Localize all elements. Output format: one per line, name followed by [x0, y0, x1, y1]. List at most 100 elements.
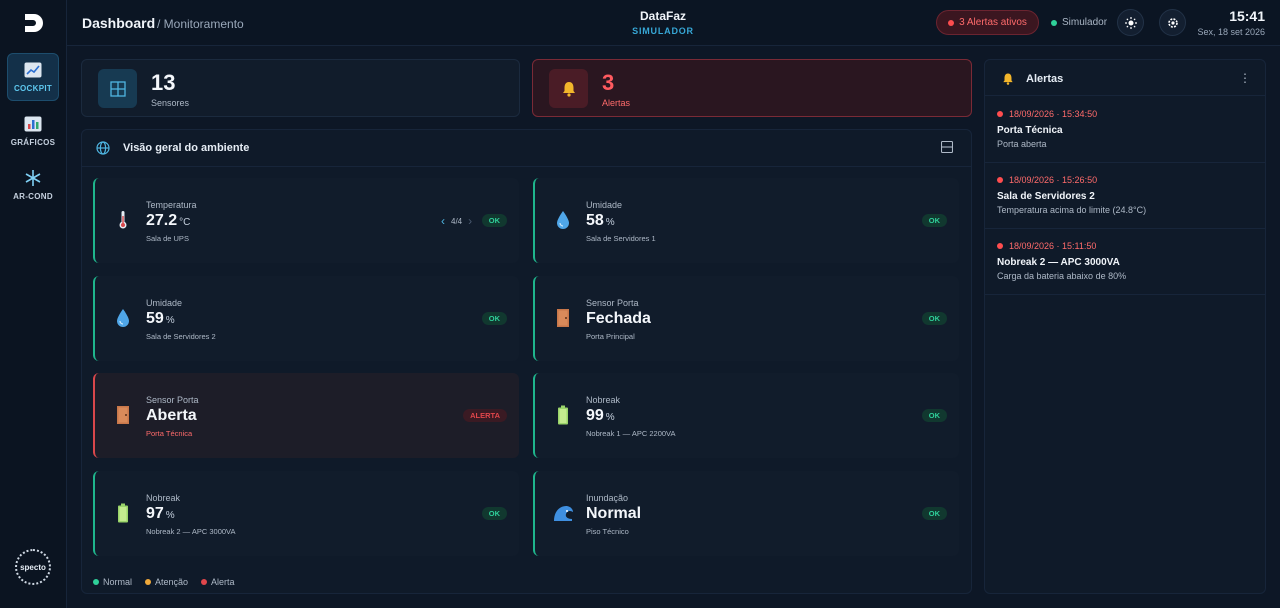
sensor-type: Sensor Porta — [586, 298, 639, 308]
bar-chart-icon — [24, 115, 42, 133]
sensor-type: Nobreak — [146, 493, 181, 503]
water-drop-icon — [555, 209, 571, 231]
status-badge: OK — [481, 214, 507, 227]
sidebar-item-label: COCKPIT — [13, 84, 53, 93]
alert-description: Carga da bateria abaixo de 80% — [997, 271, 1127, 281]
chevron-right-icon[interactable]: › — [468, 214, 472, 228]
alerts-panel: Alertas ⋮ 18/09/2026 · 15:34:50 Porta Té… — [984, 59, 1266, 594]
status-badge: OK — [921, 507, 947, 520]
clock-time: 15:41 — [1229, 8, 1265, 24]
legend-item-alerta: Alerta — [201, 577, 235, 587]
mode-label: SIMULADOR — [632, 26, 694, 36]
sensor-value: 58% — [586, 212, 615, 229]
sensor-value: Fechada — [586, 310, 651, 327]
water-drop-icon — [115, 307, 131, 329]
sensor-card-nobreak[interactable]: Nobreak 99% Nobreak 1 — APC 2200VA OK — [533, 373, 959, 458]
door-icon — [555, 307, 571, 329]
status-legend: Normal Atenção Alerta — [93, 577, 235, 587]
overview-header: Visão geral do ambiente — [82, 130, 971, 167]
clock: 15:41 Sex, 18 set 2026 — [1197, 8, 1265, 37]
sensor-grid-icon — [98, 69, 137, 108]
alert-title: Nobreak 2 — APC 3000VA — [997, 257, 1120, 268]
sensor-card-inundacao[interactable]: Inundação Normal Piso Técnico OK — [533, 471, 959, 556]
status-badge: OK — [481, 312, 507, 325]
layout-toggle-icon[interactable] — [941, 141, 953, 153]
sensors-stat-card[interactable]: 13 Sensores — [81, 59, 520, 117]
sensor-type: Umidade — [146, 298, 183, 308]
alert-list-item[interactable]: 18/09/2026 · 15:26:50 Sala de Servidores… — [985, 163, 1265, 229]
sensors-label: Sensores — [151, 98, 190, 108]
alerts-panel-title: Alertas — [1026, 73, 1064, 85]
sidebar-item-label: AR-COND — [13, 192, 53, 201]
sensor-location: Nobreak 2 — APC 3000VA — [146, 527, 236, 536]
alert-dot-icon — [948, 19, 955, 26]
overview-title: Visão geral do ambiente — [123, 142, 250, 154]
alerts-label: Alertas — [602, 98, 631, 108]
environment-overview: Visão geral do ambiente Temperatura 27.2… — [81, 129, 972, 594]
bell-icon — [1003, 73, 1013, 85]
sensor-card-nobreak[interactable]: Nobreak 97% Nobreak 2 — APC 3000VA OK — [93, 471, 519, 556]
sensor-value: Normal — [586, 505, 642, 522]
sensors-count: 13 — [151, 70, 176, 95]
alerts-stat-card[interactable]: 3 Alertas — [532, 59, 972, 117]
status-badge: OK — [921, 214, 947, 227]
legend-item-normal: Normal — [93, 577, 132, 587]
page-title: Dashboard — [82, 15, 156, 31]
alerts-panel-header: Alertas ⋮ — [985, 60, 1265, 96]
legend-item-atencao: Atenção — [145, 577, 188, 587]
snowflake-icon — [24, 169, 42, 187]
sensor-location: Sala de Servidores 2 — [146, 332, 216, 341]
sidebar-item-graficos[interactable]: GRÁFICOS — [7, 107, 59, 155]
battery-icon — [115, 502, 131, 524]
sensor-location: Porta Principal — [586, 332, 635, 341]
sensor-card-porta[interactable]: Sensor Porta Fechada Porta Principal OK — [533, 276, 959, 361]
brand-name: DataFaz — [639, 9, 686, 23]
status-badge: OK — [921, 409, 947, 422]
active-alerts-button[interactable]: 3 Alertas ativos — [936, 10, 1039, 35]
battery-icon — [555, 404, 571, 426]
alert-list-item[interactable]: 18/09/2026 · 15:11:50 Nobreak 2 — APC 30… — [985, 229, 1265, 295]
card-pager: ‹ 4/4 › — [441, 214, 472, 228]
sensor-card-temperatura[interactable]: Temperatura 27.2 °C Sala de UPS ‹ 4/4 › O… — [93, 178, 519, 263]
sidebar: COCKPIT GRÁFICOS AR-COND specto — [0, 0, 67, 608]
door-icon — [115, 404, 131, 426]
sun-icon — [1124, 16, 1137, 29]
alert-description: Porta aberta — [997, 139, 1047, 149]
more-options-icon[interactable]: ⋮ — [1239, 71, 1251, 85]
status-dot-icon — [1051, 19, 1057, 26]
clock-date: Sex, 18 set 2026 — [1197, 27, 1265, 37]
sensor-type: Temperatura — [146, 200, 197, 210]
sensor-card-umidade[interactable]: Umidade 59% Sala de Servidores 2 OK — [93, 276, 519, 361]
sensor-value: 27.2 °C — [146, 212, 191, 229]
sensor-value: Aberta — [146, 407, 197, 424]
sensor-location: Piso Técnico — [586, 527, 629, 536]
status-badge: OK — [921, 312, 947, 325]
settings-button[interactable] — [1159, 9, 1186, 36]
sensor-card-umidade[interactable]: Umidade 58% Sala de Servidores 1 OK — [533, 178, 959, 263]
sidebar-item-cockpit[interactable]: COCKPIT — [7, 53, 59, 101]
sensor-type: Sensor Porta — [146, 395, 199, 405]
theme-toggle-button[interactable] — [1117, 9, 1144, 36]
alert-title: Sala de Servidores 2 — [997, 191, 1095, 202]
alert-timestamp: 18/09/2026 · 15:11:50 — [997, 241, 1096, 251]
alert-title: Porta Técnica — [997, 125, 1063, 136]
datafaz-logo[interactable] — [22, 11, 46, 35]
alert-list-item[interactable]: 18/09/2026 · 15:34:50 Porta Técnica Port… — [985, 97, 1265, 163]
chevron-left-icon[interactable]: ‹ — [441, 214, 445, 228]
chart-line-icon — [24, 61, 42, 79]
sidebar-item-ar-cond[interactable]: AR-COND — [7, 161, 59, 209]
simulator-label: Simulador — [1062, 17, 1108, 28]
alert-timestamp: 18/09/2026 · 15:34:50 — [997, 109, 1097, 119]
alert-timestamp: 18/09/2026 · 15:26:50 — [997, 175, 1097, 185]
pager-count: 4/4 — [451, 216, 463, 226]
alerts-count: 3 — [602, 70, 615, 95]
sensor-type: Nobreak — [586, 395, 621, 405]
status-badge: OK — [481, 507, 507, 520]
brand-block: DataFaz SIMULADOR — [618, 9, 708, 36]
bell-icon — [549, 69, 588, 108]
sensor-card-porta[interactable]: Sensor Porta Aberta Porta Técnica ALERTA — [93, 373, 519, 458]
thermometer-icon — [115, 209, 131, 231]
alert-description: Temperatura acima do limite (24.8°C) — [997, 205, 1147, 215]
top-header: Dashboard / Monitoramento DataFaz SIMULA… — [67, 0, 1280, 46]
sidebar-item-label: GRÁFICOS — [10, 138, 56, 147]
